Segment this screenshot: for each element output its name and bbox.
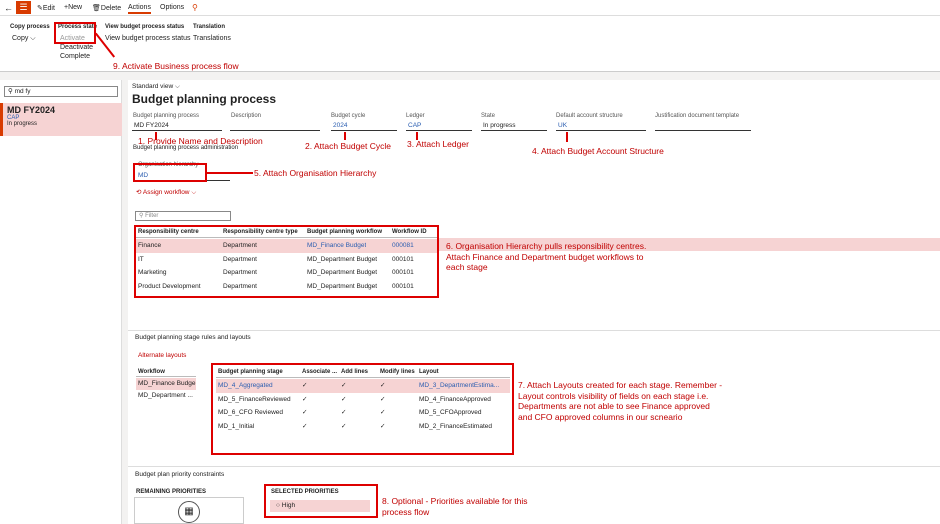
search-icon: ⚲: [8, 88, 13, 95]
view-selector[interactable]: Standard view ⌵: [132, 83, 180, 91]
annotation-7: 7. Attach Layouts created for each stage…: [518, 380, 723, 422]
edit-button[interactable]: ✎Edit: [37, 4, 55, 12]
workflow-icon: ⟲: [136, 189, 142, 196]
deactivate-button[interactable]: Deactivate: [60, 44, 93, 51]
annotation-5-line: [207, 172, 253, 174]
tab-actions[interactable]: Actions: [128, 4, 151, 14]
back-icon[interactable]: ←: [4, 3, 13, 13]
budget-cycle-field[interactable]: 2024: [331, 122, 397, 131]
annotation-3: 3. Attach Ledger: [407, 139, 469, 149]
trash-icon: 🗑: [92, 5, 101, 12]
responsibility-table-highlight: [134, 225, 439, 298]
view-group-label: View budget process status: [105, 24, 185, 30]
chevron-down-icon: ⌵: [191, 189, 197, 196]
budget-cycle-label: Budget cycle: [331, 113, 366, 119]
list-item-status: In progress: [7, 121, 38, 127]
activate-highlight: [54, 22, 96, 44]
workflow-row[interactable]: MD_Department ...: [136, 390, 196, 402]
search-icon[interactable]: ⚲: [192, 3, 198, 12]
description-field[interactable]: [230, 122, 320, 131]
priority-divider: [128, 466, 940, 467]
complete-button[interactable]: Complete: [60, 53, 90, 60]
annotation-5: 5. Attach Organisation Hierarchy: [254, 168, 377, 178]
stages-section-header: Budget planning stage rules and layouts: [135, 334, 251, 341]
assign-workflow-button[interactable]: ⟲ Assign workflow ⌵: [136, 188, 196, 197]
search-icon: ⚲: [139, 213, 144, 219]
org-hierarchy-highlight: [133, 163, 207, 182]
process-name-field[interactable]: MD FY2024: [132, 122, 222, 131]
annotation-2-line: [344, 132, 346, 140]
justification-template-field[interactable]: [655, 122, 751, 131]
state-field: In progress: [481, 122, 547, 131]
page-title: Budget planning process: [132, 92, 277, 106]
annotation-4-line: [566, 132, 568, 142]
ledger-label: Ledger: [406, 113, 425, 119]
state-label: State: [481, 113, 496, 119]
new-button[interactable]: +New: [64, 4, 82, 11]
empty-list-icon: ▦: [178, 501, 200, 523]
copy-button[interactable]: Copy ⌵: [12, 35, 36, 43]
search-input[interactable]: ⚲ md fy: [4, 86, 118, 97]
stages-divider: [128, 330, 940, 331]
admin-section-header: Budget planning process administration: [133, 145, 239, 151]
workflow-column-header[interactable]: Workflow: [136, 367, 196, 377]
translation-group-label: Translation: [193, 24, 226, 30]
chevron-down-icon: ⌵: [175, 83, 180, 90]
workflow-table: Workflow MD_Finance Budge MD_Department ..…: [136, 367, 196, 407]
annotation-9: 9. Activate Business process flow: [113, 61, 239, 71]
stage-table-highlight: [211, 363, 514, 455]
workflow-row[interactable]: MD_Finance Budge: [136, 378, 196, 390]
process-label: Budget planning process: [133, 113, 200, 119]
default-account-structure-label: Default account structure: [556, 113, 623, 119]
annotation-2: 2. Attach Budget Cycle: [305, 141, 391, 151]
menu-button[interactable]: ☰: [16, 1, 31, 14]
filter-input[interactable]: ⚲ Filter: [135, 211, 231, 221]
left-pane: [0, 80, 122, 524]
chevron-down-icon: ⌵: [30, 35, 36, 42]
view-status-button[interactable]: View budget process status: [105, 35, 190, 42]
tab-options[interactable]: Options: [160, 4, 184, 11]
delete-button[interactable]: 🗑Delete: [92, 4, 121, 12]
selected-priorities-highlight: [264, 484, 378, 518]
ledger-field[interactable]: CAP: [406, 122, 472, 131]
list-item-title: MD FY2024: [7, 105, 56, 115]
copy-group-label: Copy process: [10, 24, 50, 30]
description-label: Description: [231, 113, 262, 119]
annotation-4: 4. Attach Budget Account Structure: [532, 146, 664, 156]
annotation-6: 6. Organisation Hierarchy pulls responsi…: [446, 241, 647, 272]
annotation-8: 8. Optional - Priorities available for t…: [382, 496, 528, 517]
alternate-layouts-link[interactable]: Alternate layouts: [138, 352, 186, 359]
default-account-structure-field[interactable]: UK: [556, 122, 646, 131]
list-item[interactable]: MD FY2024 CAP In progress: [0, 103, 122, 136]
priority-section-header: Budget plan priority constraints: [135, 471, 225, 478]
translations-button[interactable]: Translations: [193, 35, 231, 42]
justification-template-label: Justification document template: [655, 113, 740, 119]
remaining-priorities-label: REMAINING PRIORITIES: [136, 489, 207, 495]
